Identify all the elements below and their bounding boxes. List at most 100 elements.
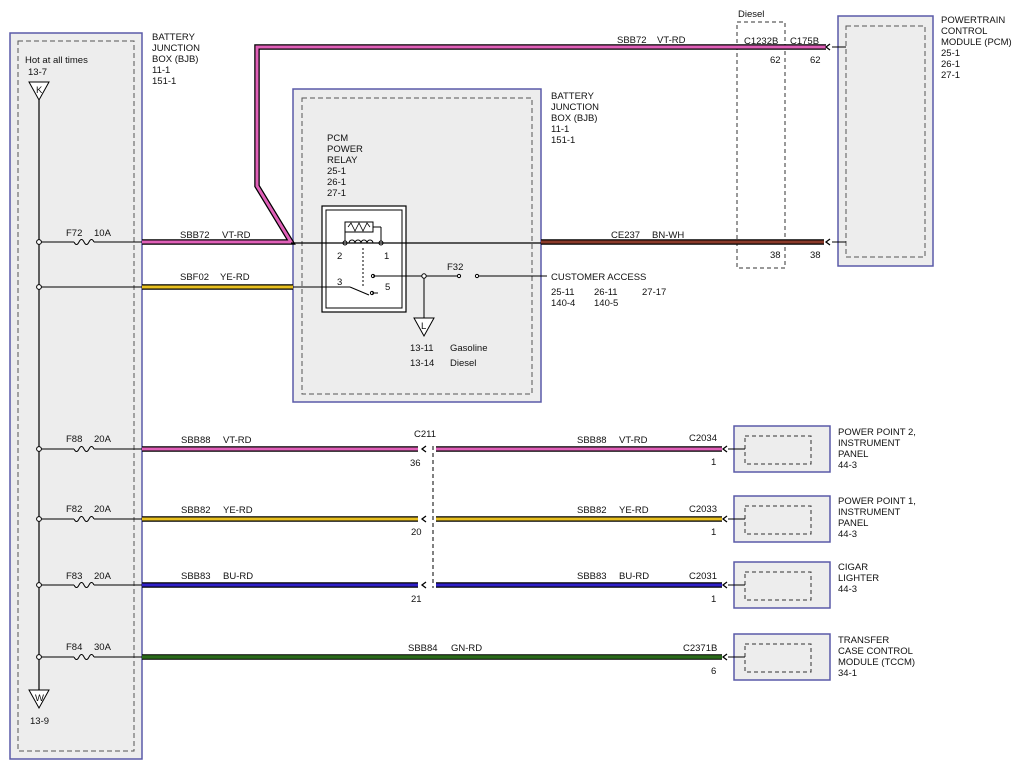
svg-text:44-3: 44-3 — [838, 584, 857, 595]
svg-text:13-11: 13-11 — [410, 343, 434, 354]
svg-text:20A: 20A — [94, 434, 112, 445]
power-point-2-title: POWER POINT 2, INSTRUMENT PANEL 44-3 — [838, 427, 916, 471]
tccm-title: TRANSFER CASE CONTROL MODULE (TCCM) 34-1 — [838, 635, 915, 679]
svg-text:20A: 20A — [94, 571, 112, 582]
svg-text:10A: 10A — [94, 228, 112, 239]
sbb84-circuit: SBB84 — [408, 643, 438, 654]
sbb82-right-color: YE-RD — [619, 505, 649, 516]
svg-text:26-11: 26-11 — [594, 287, 618, 298]
svg-text:F84: F84 — [66, 642, 82, 653]
svg-text:L: L — [421, 321, 426, 332]
svg-text:34-1: 34-1 — [838, 668, 857, 679]
svg-text:MODULE (PCM): MODULE (PCM) — [941, 37, 1012, 48]
svg-text:JUNCTION: JUNCTION — [551, 102, 599, 113]
sbb88-left-circuit: SBB88 — [181, 435, 211, 446]
svg-text:CIGAR: CIGAR — [838, 562, 868, 573]
svg-text:TRANSFER: TRANSFER — [838, 635, 889, 646]
svg-text:151-1: 151-1 — [551, 135, 575, 146]
component-tccm — [721, 633, 831, 681]
svg-text:151-1: 151-1 — [152, 76, 176, 87]
c2034-pin: 1 — [711, 457, 716, 468]
svg-text:RELAY: RELAY — [327, 155, 358, 166]
svg-text:MODULE (TCCM): MODULE (TCCM) — [838, 657, 915, 668]
svg-text:BATTERY: BATTERY — [551, 91, 595, 102]
c1232b-pin-bottom: 38 — [770, 250, 781, 261]
svg-text:27-1: 27-1 — [941, 70, 960, 81]
c2034-label: C2034 — [689, 433, 717, 444]
c1232b-pin-top: 62 — [770, 55, 781, 66]
svg-text:PANEL: PANEL — [838, 449, 868, 460]
svg-text:44-3: 44-3 — [838, 460, 857, 471]
sbb72-left-color: VT-RD — [222, 230, 251, 241]
sbf02-color: YE-RD — [220, 272, 250, 283]
svg-text:Gasoline: Gasoline — [450, 343, 488, 354]
ce237-color: BN-WH — [652, 230, 684, 241]
sbb88-right-circuit: SBB88 — [577, 435, 607, 446]
svg-text:POWER POINT 1,: POWER POINT 1, — [838, 496, 916, 507]
svg-text:27-1: 27-1 — [327, 188, 346, 199]
c175b-pin-bottom: 38 — [810, 250, 821, 261]
sbb82-left-circuit: SBB82 — [181, 505, 211, 516]
relay-pin-1: 1 — [384, 251, 389, 262]
relay-pin-2: 2 — [337, 251, 342, 262]
svg-text:30A: 30A — [94, 642, 112, 653]
sbb83-left-circuit: SBB83 — [181, 571, 211, 582]
c2371b-pin: 6 — [711, 666, 716, 677]
svg-text:W: W — [35, 693, 44, 704]
bjb-left-title: BATTERY JUNCTION BOX (BJB) 11-1 151-1 — [152, 32, 200, 87]
svg-text:26-1: 26-1 — [941, 59, 960, 70]
svg-text:BOX (BJB): BOX (BJB) — [152, 54, 198, 65]
c2031-pin: 1 — [711, 594, 716, 605]
sbf02-circuit: SBF02 — [180, 272, 209, 283]
c211-label: C211 — [414, 429, 436, 440]
svg-text:POWER: POWER — [327, 144, 363, 155]
svg-text:11-1: 11-1 — [152, 65, 170, 76]
ce237-circuit: CE237 — [611, 230, 640, 241]
c211-pin-21: 21 — [411, 594, 422, 605]
svg-text:Diesel: Diesel — [450, 358, 476, 369]
pcm-box — [837, 15, 934, 267]
c2033-label: C2033 — [689, 504, 717, 515]
svg-text:LIGHTER: LIGHTER — [838, 573, 879, 584]
component-power-point-2 — [721, 425, 831, 473]
sbb72-top-circuit: SBB72 — [617, 35, 647, 46]
c2371b-label: C2371B — [683, 643, 717, 654]
c211-pin-20: 20 — [411, 527, 422, 538]
sbb88-left-color: VT-RD — [223, 435, 252, 446]
c2033-pin: 1 — [711, 527, 716, 538]
sbb83-left-color: BU-RD — [223, 571, 253, 582]
svg-text:20A: 20A — [94, 504, 112, 515]
sbb83-right-color: BU-RD — [619, 571, 649, 582]
bus-bottom-ref: 13-9 — [30, 716, 49, 727]
svg-text:44-3: 44-3 — [838, 529, 857, 540]
c211-pin-36: 36 — [410, 458, 421, 469]
svg-text:25-1: 25-1 — [327, 166, 346, 177]
svg-text:PCM: PCM — [327, 133, 348, 144]
svg-text:BATTERY: BATTERY — [152, 32, 196, 43]
svg-text:25-1: 25-1 — [941, 48, 960, 59]
sbb72-top-color: VT-RD — [657, 35, 686, 46]
svg-text:BOX (BJB): BOX (BJB) — [551, 113, 597, 124]
pcm-title: POWERTRAIN CONTROL MODULE (PCM) 25-1 26-… — [941, 15, 1012, 81]
svg-text:11-1: 11-1 — [551, 124, 569, 135]
component-power-point-1 — [721, 495, 831, 543]
svg-text:F82: F82 — [66, 504, 82, 515]
svg-text:PANEL: PANEL — [838, 518, 868, 529]
customer-access-label: CUSTOMER ACCESS — [551, 272, 646, 283]
power-point-1-title: POWER POINT 1, INSTRUMENT PANEL 44-3 — [838, 496, 916, 540]
c2031-label: C2031 — [689, 571, 717, 582]
svg-text:13-14: 13-14 — [410, 358, 434, 369]
svg-text:CASE CONTROL: CASE CONTROL — [838, 646, 913, 657]
c175b-pin-top: 62 — [810, 55, 821, 66]
svg-text:F88: F88 — [66, 434, 82, 445]
svg-text:K: K — [36, 85, 43, 96]
svg-text:F83: F83 — [66, 571, 82, 582]
svg-text:POWERTRAIN: POWERTRAIN — [941, 15, 1005, 26]
cigar-lighter-title: CIGAR LIGHTER 44-3 — [838, 562, 879, 595]
svg-text:140-4: 140-4 — [551, 298, 575, 309]
svg-text:140-5: 140-5 — [594, 298, 618, 309]
svg-text:INSTRUMENT: INSTRUMENT — [838, 507, 900, 518]
hot-label: Hot at all times — [25, 55, 88, 66]
bjb-inner-title: BATTERY JUNCTION BOX (BJB) 11-1 151-1 — [551, 91, 599, 146]
sbb72-left-circuit: SBB72 — [180, 230, 210, 241]
